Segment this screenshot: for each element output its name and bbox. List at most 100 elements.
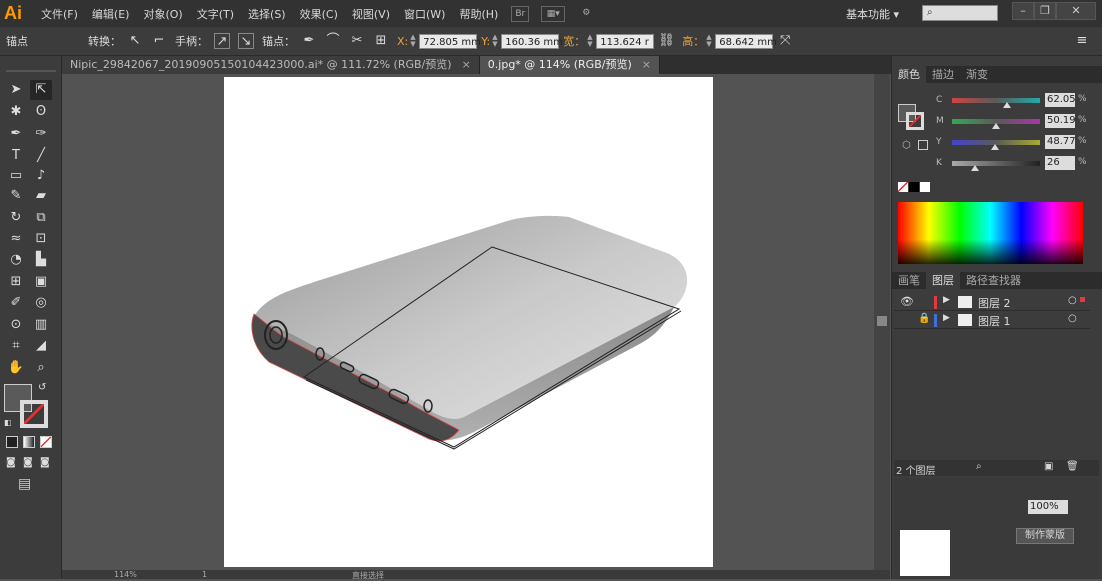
height-field[interactable]: 68.642 mm [715, 33, 777, 49]
width-field[interactable]: 113.624 r [596, 33, 655, 49]
scroll-thumb[interactable] [877, 316, 887, 326]
scale-tool-icon[interactable]: ⧉ [30, 208, 52, 228]
draw-normal-icon[interactable]: ◙ [6, 457, 16, 468]
line-tool-icon[interactable]: ╱ [30, 146, 52, 166]
yellow-value[interactable]: 48.77 [1045, 135, 1076, 149]
tab-nipic[interactable]: Nipic_29842067_20190905150104423000.ai* … [62, 56, 480, 74]
reference-point-icon[interactable]: ⊞ [373, 33, 389, 49]
paintbrush-tool-icon[interactable]: ♪ [30, 166, 52, 186]
expand-icon[interactable]: ▶ [943, 295, 950, 305]
y-spinner[interactable]: ▲ ▼ [492, 34, 500, 48]
menu-type[interactable]: 文字(T) [190, 6, 241, 22]
remove-anchor-icon[interactable]: ✒ [301, 33, 317, 49]
gradient-mode-icon[interactable] [23, 436, 35, 448]
zoom-readout[interactable]: 114% [114, 570, 137, 579]
convert-smooth-icon[interactable]: ⌐ [151, 33, 167, 49]
column-graph-icon[interactable]: ▥ [30, 315, 52, 335]
x-spinner[interactable]: ▲ ▼ [410, 34, 418, 48]
hand-tool-icon[interactable]: ✋ [5, 358, 27, 378]
locate-object-icon[interactable]: ⌕ [976, 461, 982, 472]
cyan-value[interactable]: 62.05 [1045, 93, 1076, 107]
eye-icon[interactable]: 👁 [900, 295, 914, 308]
magic-wand-icon[interactable]: ✱ [5, 102, 27, 122]
none-mode-icon[interactable] [40, 436, 52, 448]
draw-inside-icon[interactable]: ◙ [40, 457, 50, 468]
cut-path-icon[interactable]: ✂ [349, 33, 365, 49]
height-spinner[interactable]: ▲ ▼ [706, 34, 714, 48]
gpu-performance-icon[interactable]: ⚙ [577, 6, 595, 22]
opacity-field[interactable]: 100% [1028, 500, 1068, 514]
slider-yellow[interactable]: Y 48.77 % [892, 134, 1102, 154]
slider-magenta[interactable]: M 50.19 % [892, 113, 1102, 133]
menu-select[interactable]: 选择(S) [241, 6, 293, 22]
artboard-tool-icon[interactable]: ⌗ [5, 336, 27, 356]
workspace-switcher[interactable]: 基本功能 ▾ [846, 6, 899, 22]
width-tool-icon[interactable]: ≈ [5, 229, 27, 249]
slider-thumb[interactable] [970, 165, 979, 171]
gradient-tool-icon[interactable]: ▣ [30, 272, 52, 292]
stroke-swatch[interactable] [20, 400, 48, 428]
layer-row[interactable]: 👁 ▶ 图层 2 ○ [894, 294, 1090, 311]
width-spinner[interactable]: ▲ ▼ [587, 34, 595, 48]
make-mask-button[interactable]: 制作蒙版 [1016, 528, 1074, 544]
perspective-grid-icon[interactable]: ▙ [30, 250, 52, 270]
slider-thumb[interactable] [1002, 102, 1011, 108]
search-field[interactable]: ⌕ [922, 5, 998, 21]
tab-stroke[interactable]: 描边 [926, 66, 960, 83]
menu-window[interactable]: 窗口(W) [397, 6, 452, 22]
restore-button[interactable]: ❐ [1034, 2, 1056, 20]
slider-black[interactable]: K 26 % [892, 155, 1102, 175]
slice-tool-icon[interactable]: ◢ [30, 336, 52, 356]
layer-name[interactable]: 图层 2 [978, 295, 1011, 311]
menu-effect[interactable]: 效果(C) [293, 6, 345, 22]
bridge-icon[interactable]: Br [511, 5, 530, 22]
close-icon[interactable]: × [642, 58, 651, 71]
pen-tool-icon[interactable]: ✒ [5, 124, 27, 144]
menu-edit[interactable]: 编辑(E) [85, 6, 137, 22]
selection-indicator[interactable] [1080, 297, 1085, 302]
vertical-scrollbar[interactable] [874, 74, 890, 570]
color-spectrum[interactable] [898, 202, 1083, 264]
eraser-tool-icon[interactable]: ▰ [30, 186, 52, 206]
lasso-tool-icon[interactable]: ʘ [30, 102, 52, 122]
curvature-tool-icon[interactable]: ✑ [30, 124, 52, 144]
connect-anchor-icon[interactable]: ⌒ [325, 33, 341, 49]
tab-gradient[interactable]: 渐变 [960, 66, 994, 83]
menu-object[interactable]: 对象(O) [136, 6, 189, 22]
new-layer-icon[interactable]: ▣ [1044, 461, 1053, 472]
menu-file[interactable]: 文件(F) [34, 6, 85, 22]
arrange-documents-icon[interactable]: ▦▾ [541, 5, 566, 22]
target-icon[interactable]: ○ [1068, 295, 1077, 306]
slider-thumb[interactable] [991, 144, 1000, 150]
target-icon[interactable]: ○ [1068, 313, 1077, 324]
show-handles-icon[interactable]: ↗ [214, 33, 230, 49]
canvas-area[interactable] [62, 74, 874, 570]
x-field[interactable]: 72.805 mm [419, 33, 481, 49]
close-button[interactable]: ✕ [1056, 2, 1096, 20]
control-menu-icon[interactable]: ≡ [1074, 33, 1090, 49]
draw-behind-icon[interactable]: ◙ [23, 457, 33, 468]
white-swatch[interactable] [920, 182, 930, 192]
menu-view[interactable]: 视图(V) [345, 6, 397, 22]
free-transform-icon[interactable]: ⊡ [30, 229, 52, 249]
layer-row[interactable]: 🔒 ▶ 图层 1 ○ [894, 312, 1090, 329]
layer-name[interactable]: 图层 1 [978, 313, 1011, 329]
y-field[interactable]: 160.36 mm [501, 33, 563, 49]
zoom-tool-icon[interactable]: ⌕ [30, 358, 52, 378]
shape-builder-icon[interactable]: ◔ [5, 250, 27, 270]
rotate-tool-icon[interactable]: ↻ [5, 208, 27, 228]
convert-corner-icon[interactable]: ↖ [127, 33, 143, 49]
tab-brushes[interactable]: 画笔 [892, 272, 926, 289]
default-colors-icon[interactable]: ◧ [4, 418, 12, 427]
lock-icon[interactable]: 🔒 [918, 313, 930, 324]
slider-cyan[interactable]: C 62.05 % [892, 92, 1102, 112]
close-icon[interactable]: × [462, 58, 471, 71]
expand-icon[interactable]: ▶ [943, 313, 950, 323]
none-swatch[interactable] [898, 182, 908, 192]
mesh-tool-icon[interactable]: ⊞ [5, 272, 27, 292]
black-swatch[interactable] [909, 182, 919, 192]
swap-fill-stroke-icon[interactable]: ↺ [38, 382, 46, 393]
artboard[interactable] [224, 77, 713, 567]
tab-pathfinder[interactable]: 路径查找器 [960, 272, 1027, 289]
black-value[interactable]: 26 [1045, 156, 1075, 170]
